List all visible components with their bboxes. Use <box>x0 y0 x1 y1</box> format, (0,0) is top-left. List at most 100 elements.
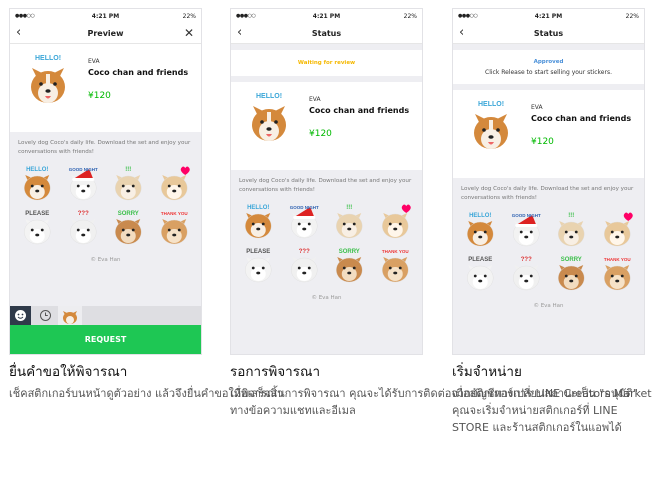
corgi-thumbnail-icon <box>63 311 77 324</box>
waiting-status-text: Waiting for review <box>297 60 356 66</box>
product-description: Lovely dog Coco's daily life. Download t… <box>461 186 634 201</box>
shocked-dog-sticker[interactable]: ??? <box>62 207 105 247</box>
sorry-dog-sticker[interactable]: SORRY <box>107 207 150 247</box>
surprised-dog-sticker[interactable]: !!! <box>107 163 150 203</box>
creator-name: EVA <box>531 104 543 111</box>
sticker-package-tab[interactable] <box>58 306 82 325</box>
copyright-credit: © Eva Han <box>533 303 564 309</box>
caption-approved: เริ่มจำหน่าย เมื่อสติกเกอร์เปลี่ยนสถานะเ… <box>452 363 656 436</box>
nav-title: Status <box>533 29 564 38</box>
please-dog-icon: PLEASE <box>467 257 494 291</box>
caption-body: เมื่อสติกเกอร์เปลี่ยนสถานะเป็น "อนุมัติ"… <box>452 387 638 434</box>
sticker-label: GOOD NIGHT <box>511 213 540 218</box>
panel-approved: ●●●○○ 4:21 PM 22% ‹ Status Approved Clic… <box>452 8 656 436</box>
nav-bar: ‹ Status <box>453 24 644 44</box>
thank-you-dog-icon: THANK YOU <box>603 257 630 291</box>
status-banner: Waiting for review <box>231 50 422 76</box>
product-description: Lovely dog Coco's daily life. Download t… <box>239 178 412 193</box>
hero-label: HELLO! <box>478 101 504 108</box>
thank-you-dog-sticker[interactable]: THANK YOU <box>374 245 417 285</box>
sticker-label: THANK YOU <box>160 211 187 216</box>
hello-corgi-icon: HELLO! <box>24 167 51 201</box>
hello-corgi-icon: HELLO! <box>245 205 272 239</box>
hello-corgi-sticker[interactable]: HELLO! <box>237 201 280 241</box>
good-night-corgi-sticker[interactable]: GOOD NIGHT <box>62 163 105 203</box>
product-name: Coco chan and friends <box>88 68 189 77</box>
thank-you-dog-sticker[interactable]: THANK YOU <box>596 253 639 293</box>
sticker-label: ??? <box>520 257 531 263</box>
sticker-label: SORRY <box>118 211 139 217</box>
good-night-corgi-sticker[interactable]: GOOD NIGHT <box>505 209 548 249</box>
corgi-hero-icon: HELLO! <box>474 101 508 149</box>
please-dog-sticker[interactable]: PLEASE <box>16 207 59 247</box>
sticker-label: PLEASE <box>25 211 49 217</box>
surprised-dog-sticker[interactable]: !!! <box>550 209 593 249</box>
thank-you-dog-sticker[interactable]: THANK YOU <box>153 207 196 247</box>
sticker-label: PLEASE <box>246 249 270 255</box>
sorry-dog-sticker[interactable]: SORRY <box>550 253 593 293</box>
sticker-tray <box>10 306 201 325</box>
love-dog-sticker[interactable] <box>153 163 196 203</box>
battery-indicator: 22% <box>403 13 417 20</box>
smiley-icon <box>15 310 26 321</box>
product-info: EVA Coco chan and friends ¥120 <box>88 58 193 101</box>
sticker-label: !!! <box>125 167 131 173</box>
nav-bar: ‹ Status <box>231 24 422 44</box>
surprised-dog-icon: !!! <box>558 213 585 247</box>
nav-title: Status <box>311 29 342 38</box>
love-dog-icon <box>603 212 633 247</box>
thank-you-dog-icon: THANK YOU <box>381 249 408 283</box>
recent-tab[interactable] <box>35 306 56 325</box>
status-bar: ●●●○○ 4:21 PM 22% <box>453 9 644 24</box>
love-dog-sticker[interactable] <box>596 209 639 249</box>
sticker-label: !!! <box>346 205 352 211</box>
product-description: Lovely dog Coco's daily life. Download t… <box>18 140 191 155</box>
sticker-label: THANK YOU <box>381 249 408 254</box>
shocked-dog-sticker[interactable]: ??? <box>505 253 548 293</box>
close-icon[interactable]: ✕ <box>184 26 194 40</box>
approved-status-text: Approved <box>533 59 564 65</box>
sticker-label: !!! <box>568 213 574 219</box>
status-time: 4:21 PM <box>312 13 341 20</box>
please-dog-sticker[interactable]: PLEASE <box>459 253 502 293</box>
nav-bar: ‹ Preview ✕ <box>10 24 201 44</box>
product-info: EVA Coco chan and friends ¥120 <box>531 104 636 147</box>
release-instruction: Click Release to start selling your stic… <box>485 69 612 76</box>
shocked-dog-sticker[interactable]: ??? <box>283 245 326 285</box>
love-dog-icon <box>160 166 190 201</box>
copyright-credit: © Eva Han <box>311 295 342 301</box>
corgi-hero-icon: HELLO! <box>252 93 286 141</box>
product-card: HELLO! EVA Coco chan and friends ¥120 <box>10 44 201 132</box>
sticker-label: HELLO! <box>469 213 491 219</box>
status-banner: Approved Click Release to start selling … <box>453 50 644 84</box>
status-time: 4:21 PM <box>534 13 563 20</box>
copyright-credit: © Eva Han <box>90 257 121 263</box>
product-price: ¥120 <box>309 129 332 139</box>
hero-label: HELLO! <box>256 93 282 100</box>
sorry-dog-sticker[interactable]: SORRY <box>328 245 371 285</box>
good-night-corgi-icon: GOOD NIGHT <box>511 213 541 247</box>
surprised-dog-icon: !!! <box>336 205 363 239</box>
sorry-dog-icon: SORRY <box>336 249 363 283</box>
surprised-dog-icon: !!! <box>115 167 142 201</box>
product-name: Coco chan and friends <box>531 114 632 123</box>
nav-title: Preview <box>87 29 124 38</box>
hello-corgi-sticker[interactable]: HELLO! <box>16 163 59 203</box>
corgi-hero-icon: HELLO! <box>31 55 65 103</box>
main-sticker-image: HELLO! <box>22 52 74 110</box>
emoji-tab[interactable] <box>10 306 31 325</box>
love-dog-sticker[interactable] <box>374 201 417 241</box>
sticker-grid: HELLO! GOOD NIGHT!!! PLEASE??? SORRY THANK Y… <box>453 207 644 295</box>
please-dog-sticker[interactable]: PLEASE <box>237 245 280 285</box>
hello-corgi-sticker[interactable]: HELLO! <box>459 209 502 249</box>
sorry-dog-icon: SORRY <box>115 211 142 245</box>
status-bar: ●●●○○ 4:21 PM 22% <box>231 9 422 24</box>
creator-name: EVA <box>309 96 321 103</box>
surprised-dog-sticker[interactable]: !!! <box>328 201 371 241</box>
clock-icon <box>40 310 51 321</box>
good-night-corgi-sticker[interactable]: GOOD NIGHT <box>283 201 326 241</box>
sticker-label: GOOD NIGHT <box>68 167 97 172</box>
sticker-label: SORRY <box>561 257 582 263</box>
request-button[interactable]: REQUEST <box>10 325 201 354</box>
status-time: 4:21 PM <box>91 13 120 20</box>
